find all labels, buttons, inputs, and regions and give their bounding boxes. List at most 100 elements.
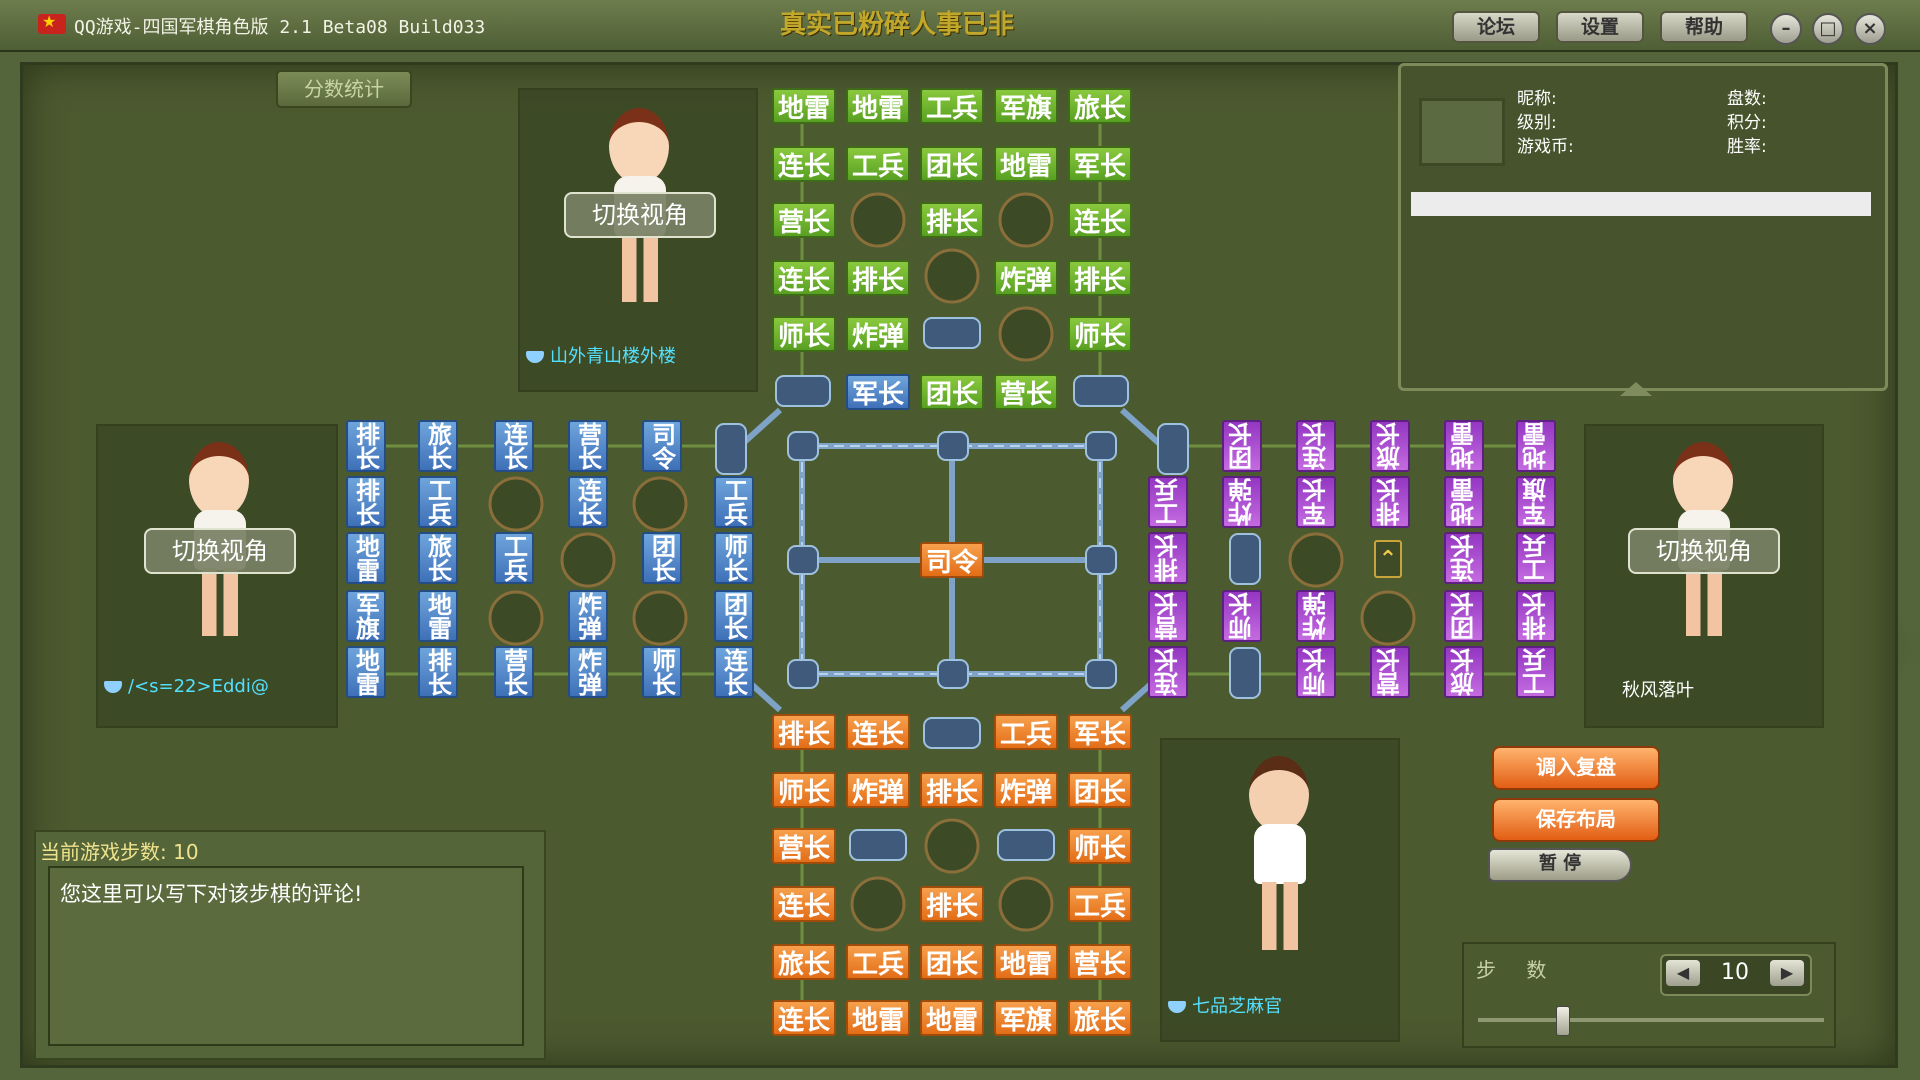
board-piece[interactable]: 地雷 (1444, 476, 1484, 528)
board-piece[interactable]: 军旗 (994, 88, 1058, 124)
board-piece[interactable]: 炸弹 (568, 646, 608, 698)
board-piece[interactable]: 营长 (494, 646, 534, 698)
board-piece[interactable]: 排长 (346, 476, 386, 528)
board-piece[interactable]: 军长 (846, 374, 910, 410)
board-piece[interactable]: 营长 (568, 420, 608, 472)
board-piece[interactable]: 旅长 (1068, 1000, 1132, 1036)
board-piece[interactable]: 工兵 (1148, 476, 1188, 528)
board-piece[interactable]: 排长 (846, 260, 910, 296)
board-piece[interactable]: 排长 (920, 886, 984, 922)
board-piece[interactable]: 炸弹 (994, 772, 1058, 808)
board-piece[interactable]: 师长 (1068, 828, 1132, 864)
board-piece[interactable]: 团长 (1444, 590, 1484, 642)
board-piece[interactable]: 旅长 (772, 944, 836, 980)
board-piece[interactable]: 工兵 (714, 476, 754, 528)
board-piece[interactable]: 军长 (1068, 714, 1132, 750)
board-piece[interactable]: 军旗 (346, 590, 386, 642)
board-piece[interactable]: 工兵 (846, 944, 910, 980)
board-piece[interactable]: 连长 (568, 476, 608, 528)
board-piece[interactable]: 旅长 (418, 420, 458, 472)
board-piece[interactable]: 地雷 (346, 532, 386, 584)
board-piece[interactable]: 地雷 (846, 88, 910, 124)
board-piece[interactable]: 排长 (920, 772, 984, 808)
board-piece[interactable]: 团长 (714, 590, 754, 642)
board-piece[interactable]: 炸弹 (994, 260, 1058, 296)
next-step-button[interactable]: ▶ (1770, 960, 1804, 986)
board-piece[interactable]: 团长 (920, 944, 984, 980)
board-piece[interactable]: 排长 (772, 714, 836, 750)
board-piece[interactable]: 排长 (1148, 532, 1188, 584)
board-piece[interactable]: 师长 (1222, 590, 1262, 642)
board-piece[interactable]: 旅长 (1068, 88, 1132, 124)
board-piece[interactable]: 连长 (772, 886, 836, 922)
board-piece[interactable]: 排长 (346, 420, 386, 472)
board-piece[interactable]: 炸弹 (846, 316, 910, 352)
board-piece[interactable]: 炸弹 (1296, 590, 1336, 642)
pause-button[interactable]: 暂 停 (1488, 848, 1632, 882)
board-piece[interactable]: 团长 (1068, 772, 1132, 808)
save-layout-button[interactable]: 保存布局 (1492, 798, 1660, 842)
board-piece[interactable]: 连长 (846, 714, 910, 750)
board-piece[interactable]: 营长 (1370, 646, 1410, 698)
board-piece[interactable]: 地雷 (1516, 420, 1556, 472)
board-piece[interactable]: 排长 (1068, 260, 1132, 296)
board-piece[interactable]: 旅长 (418, 532, 458, 584)
board-piece[interactable]: 连长 (772, 1000, 836, 1036)
board-piece[interactable]: 师长 (642, 646, 682, 698)
board-piece[interactable]: 排长 (1370, 476, 1410, 528)
board-piece[interactable]: 连长 (772, 260, 836, 296)
board-piece[interactable]: 旅长 (1370, 420, 1410, 472)
board-piece[interactable]: 工兵 (1068, 886, 1132, 922)
board-piece[interactable]: 营长 (772, 828, 836, 864)
step-slider-track[interactable] (1478, 1018, 1824, 1022)
board-piece[interactable]: 地雷 (920, 1000, 984, 1036)
board-piece[interactable]: 连长 (494, 420, 534, 472)
board-piece[interactable]: 师长 (1068, 316, 1132, 352)
board-piece[interactable]: 地雷 (346, 646, 386, 698)
board-piece[interactable]: 地雷 (994, 944, 1058, 980)
board-piece[interactable]: 连长 (714, 646, 754, 698)
board-piece[interactable]: 炸弹 (846, 772, 910, 808)
prev-step-button[interactable]: ◀ (1666, 960, 1700, 986)
board-piece[interactable]: 师长 (772, 772, 836, 808)
board-piece[interactable]: 司令 (642, 420, 682, 472)
board-piece[interactable]: 工兵 (994, 714, 1058, 750)
board-piece[interactable]: 军长 (1296, 476, 1336, 528)
board-piece[interactable]: 团长 (920, 374, 984, 410)
board-piece[interactable]: 团长 (642, 532, 682, 584)
board-piece[interactable]: 地雷 (846, 1000, 910, 1036)
board-piece[interactable]: 连长 (772, 146, 836, 182)
board-piece[interactable]: 工兵 (494, 532, 534, 584)
board-piece[interactable]: 团长 (920, 146, 984, 182)
board-piece[interactable]: 地雷 (1444, 420, 1484, 472)
piece-commander-center[interactable]: 司令 (920, 542, 984, 578)
board-piece[interactable]: 营长 (772, 202, 836, 238)
board-piece[interactable]: 连长 (1148, 646, 1188, 698)
board-piece[interactable]: 地雷 (772, 88, 836, 124)
board-piece[interactable]: 工兵 (1516, 532, 1556, 584)
board-piece[interactable]: 炸弹 (568, 590, 608, 642)
board-piece[interactable]: 师长 (714, 532, 754, 584)
board-piece[interactable]: 工兵 (418, 476, 458, 528)
board-piece[interactable]: 师长 (1296, 646, 1336, 698)
board-piece[interactable]: 连长 (1444, 532, 1484, 584)
comment-textarea[interactable]: 您这里可以写下对该步棋的评论! (48, 866, 524, 1046)
board-piece[interactable]: 地雷 (418, 590, 458, 642)
board-piece[interactable]: 军长 (1068, 146, 1132, 182)
board-piece[interactable]: 师长 (772, 316, 836, 352)
board-piece[interactable]: 旅长 (1444, 646, 1484, 698)
board-piece[interactable]: 排长 (418, 646, 458, 698)
board-piece[interactable]: 连长 (1068, 202, 1132, 238)
board-piece[interactable]: 排长 (1516, 590, 1556, 642)
board-piece[interactable]: 团长 (1222, 420, 1262, 472)
board-piece[interactable]: 军旗 (994, 1000, 1058, 1036)
load-replay-button[interactable]: 调入复盘 (1492, 746, 1660, 790)
selected-chevron-icon[interactable]: ⌃ (1374, 540, 1402, 578)
step-slider-knob[interactable] (1556, 1006, 1570, 1036)
board-piece[interactable]: 工兵 (920, 88, 984, 124)
board-piece[interactable]: 排长 (920, 202, 984, 238)
board-piece[interactable]: 工兵 (1516, 646, 1556, 698)
board-piece[interactable]: 连长 (1296, 420, 1336, 472)
board-piece[interactable]: 营长 (994, 374, 1058, 410)
board-piece[interactable]: 炸弹 (1222, 476, 1262, 528)
